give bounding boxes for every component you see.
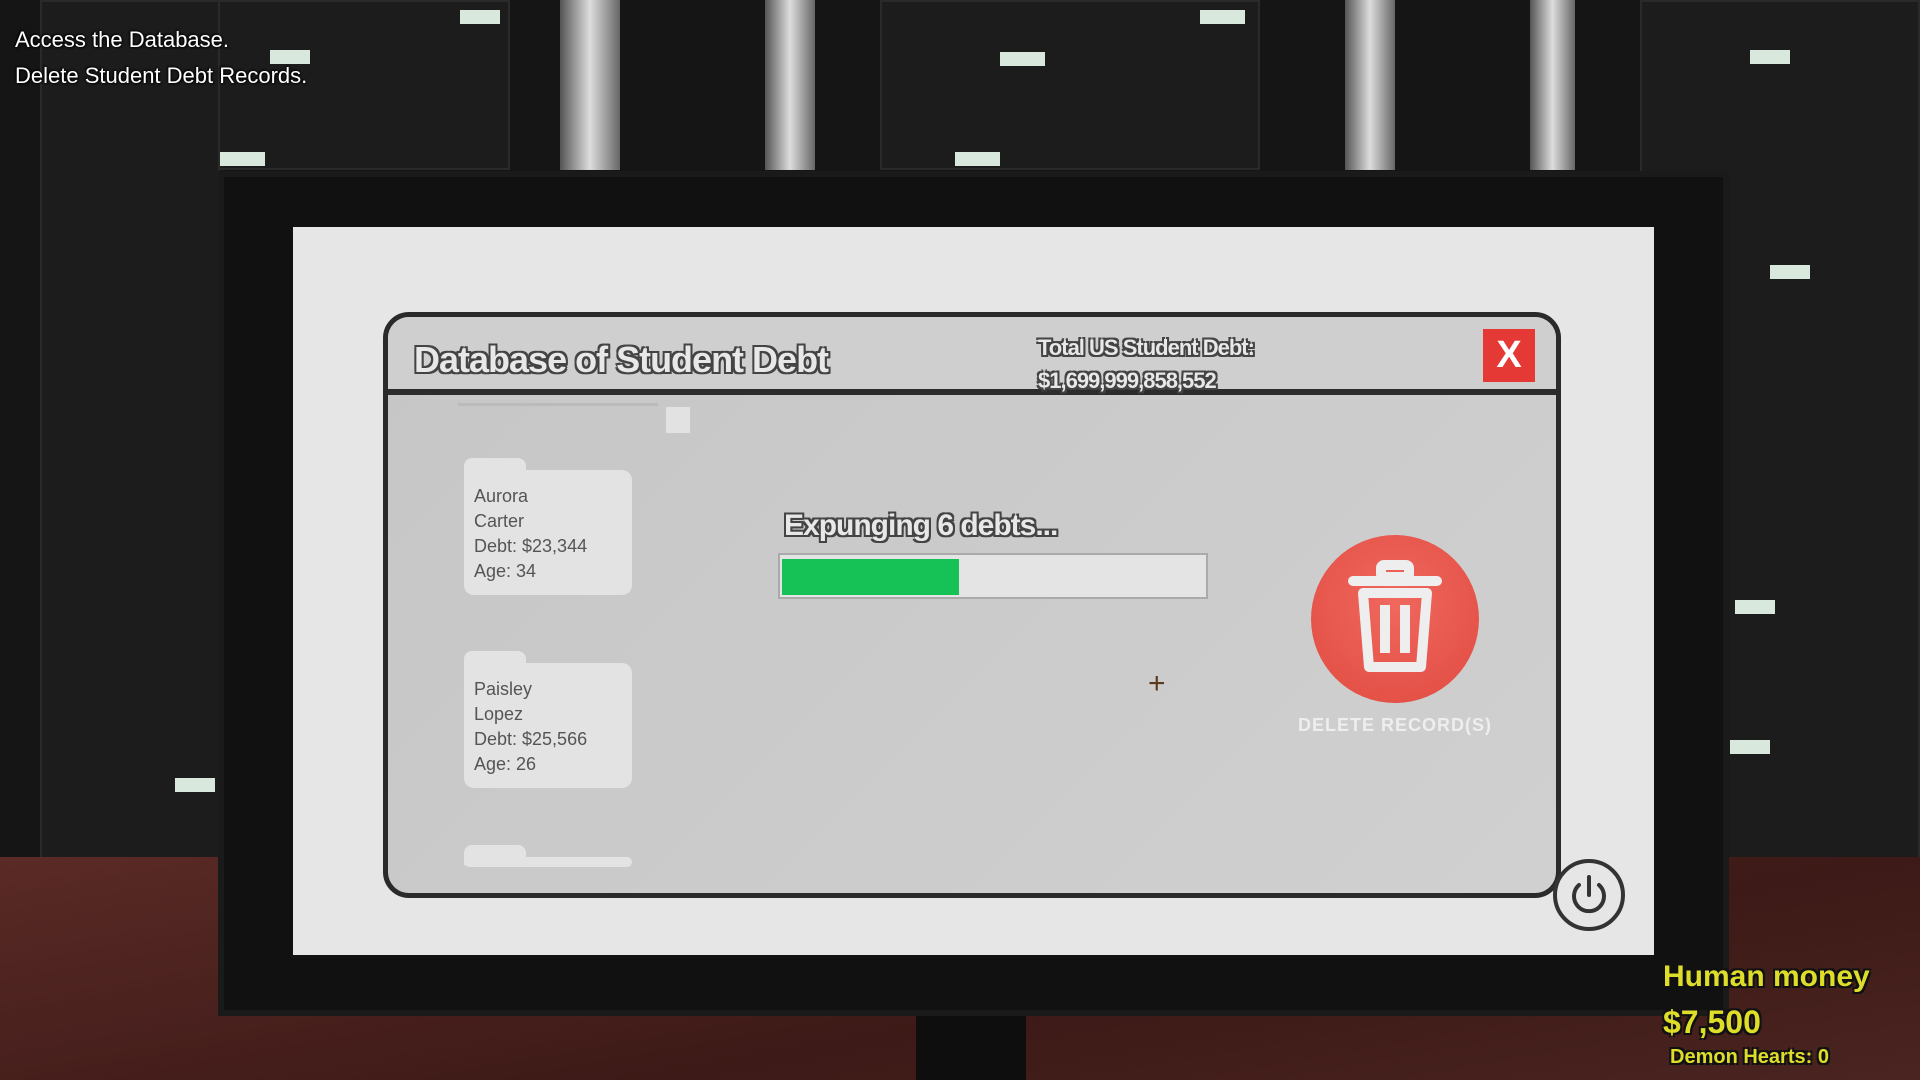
server-rack <box>880 0 1260 170</box>
student-debt-database-window: Database of Student Debt Total US Studen… <box>383 312 1561 898</box>
record-card[interactable]: Aurora Carter Debt: $23,344 Age: 34 <box>464 470 632 595</box>
title-bar: Database of Student Debt Total US Studen… <box>388 317 1556 395</box>
delete-records-button[interactable] <box>1311 535 1479 703</box>
pillar <box>1530 0 1575 170</box>
record-last-name: Lopez <box>474 702 622 727</box>
record-card-partial[interactable] <box>464 857 632 867</box>
total-debt: Total US Student Debt: $1,699,999,858,55… <box>1038 331 1254 397</box>
pillar <box>560 0 620 170</box>
money-label: Human money <box>1663 960 1870 994</box>
record-last-name: Carter <box>474 509 622 534</box>
record-age: Age: 26 <box>474 752 622 777</box>
cursor-crosshair-icon: + <box>1148 667 1166 701</box>
list-scroll-track <box>458 403 658 406</box>
pillar <box>765 0 815 170</box>
progress-fill <box>782 559 959 595</box>
list-scrollbar[interactable] <box>666 407 690 433</box>
server-rack <box>40 0 220 870</box>
record-first-name: Aurora <box>474 484 622 509</box>
trash-icon <box>1311 535 1479 703</box>
objective-1: Access the Database. <box>15 27 229 53</box>
power-icon <box>1557 863 1621 927</box>
total-debt-value: $1,699,999,858,552 <box>1038 364 1254 397</box>
progress-bar <box>778 553 1208 599</box>
record-first-name: Paisley <box>474 677 622 702</box>
objective-2: Delete Student Debt Records. <box>15 63 307 89</box>
pillar <box>1345 0 1395 170</box>
power-button[interactable] <box>1553 859 1625 931</box>
demon-hearts: Demon Hearts: 0 <box>1670 1046 1829 1069</box>
total-debt-label: Total US Student Debt: <box>1038 331 1254 364</box>
window-title: Database of Student Debt <box>414 339 828 381</box>
delete-records-label: DELETE RECORD(S) <box>1258 715 1532 736</box>
monitor-stand <box>916 1016 1026 1080</box>
record-age: Age: 34 <box>474 559 622 584</box>
record-debt: Debt: $23,344 <box>474 534 622 559</box>
money-value: $7,500 <box>1663 1004 1761 1041</box>
record-card[interactable]: Paisley Lopez Debt: $25,566 Age: 26 <box>464 663 632 788</box>
close-button[interactable]: X <box>1483 329 1535 382</box>
record-debt: Debt: $25,566 <box>474 727 622 752</box>
expunge-status: Expunging 6 debts... <box>784 509 1057 543</box>
